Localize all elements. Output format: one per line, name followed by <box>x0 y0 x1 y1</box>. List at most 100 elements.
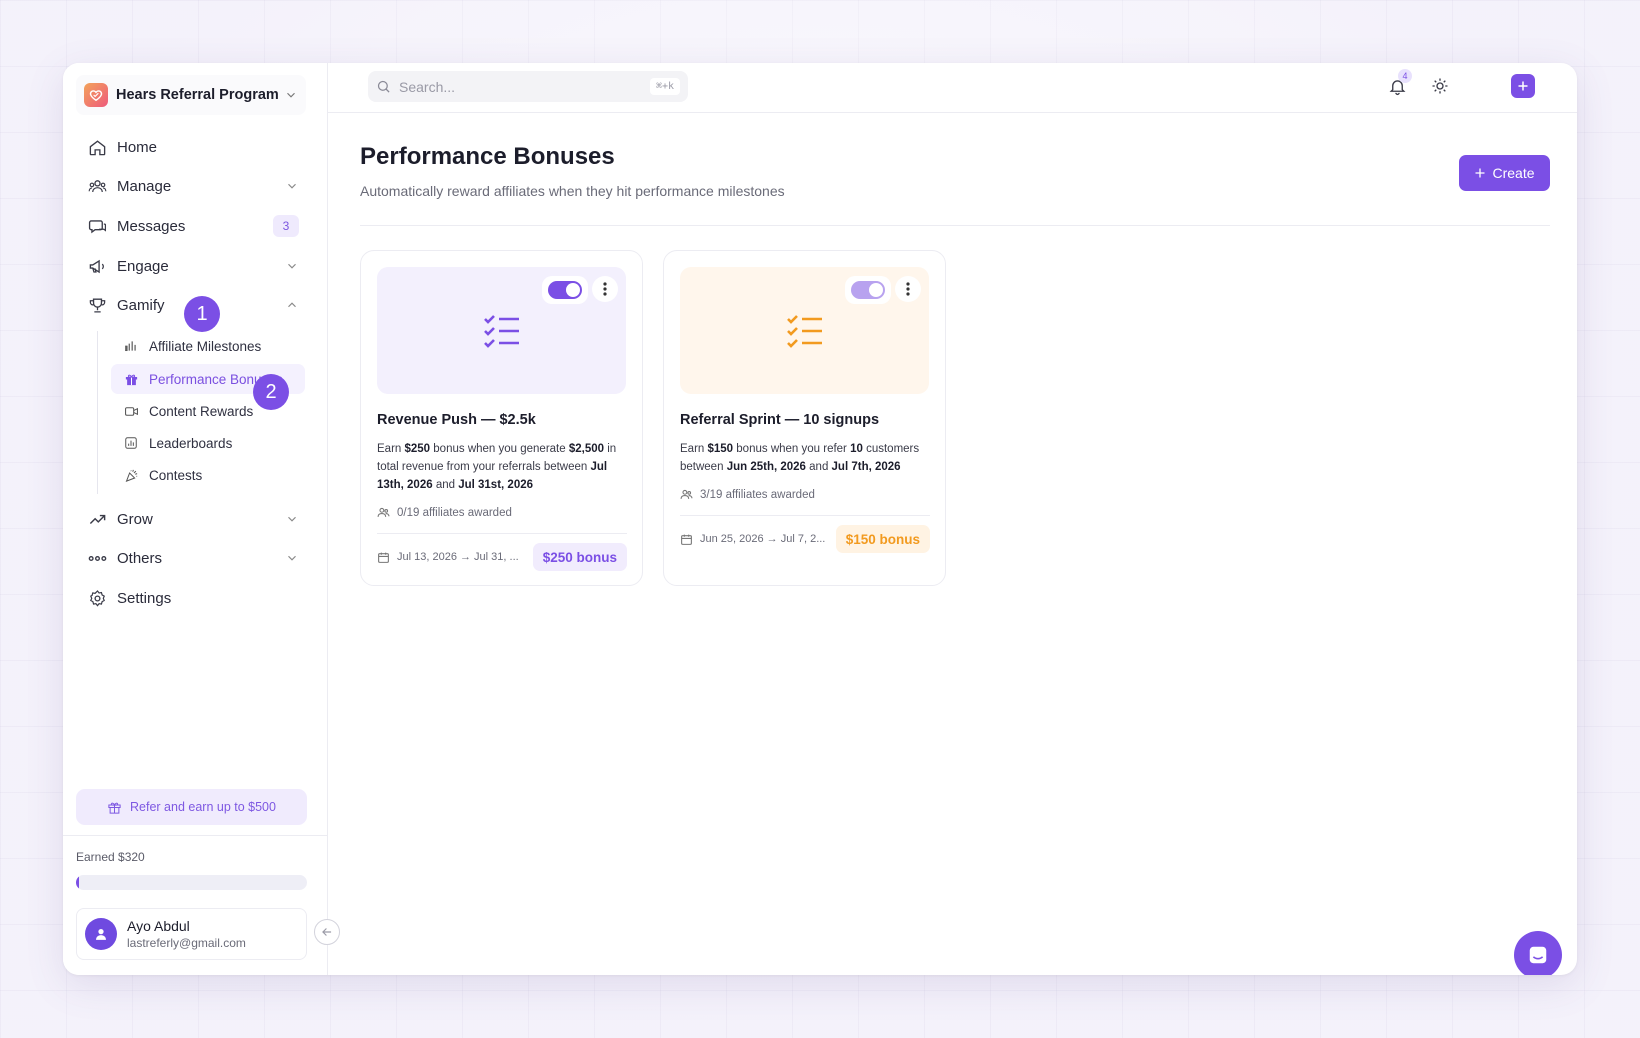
workspace-logo-icon <box>84 83 108 107</box>
date-range: Jun 25, 2026 → Jul 7, 2... <box>680 533 825 546</box>
description-highlight: $250 <box>404 443 431 455</box>
date-range-text: Jul 13, 2026 → Jul 31, ... <box>397 551 519 563</box>
sub-item-leaderboards[interactable]: Leaderboards <box>111 428 305 458</box>
users-icon <box>680 488 693 501</box>
chevron-up-icon <box>288 302 296 308</box>
nav-others[interactable]: Others <box>87 542 299 574</box>
nav-manage[interactable]: Manage <box>87 170 299 202</box>
refer-earn-button[interactable]: Refer and earn up to $500 <box>76 789 307 825</box>
avatar <box>85 918 117 950</box>
nav-manage-label: Manage <box>117 177 172 195</box>
bonus-card[interactable]: Revenue Push — $2.5k Earn $250 bonus whe… <box>360 250 643 586</box>
create-button[interactable]: Create <box>1459 155 1550 191</box>
nav-grow[interactable]: Grow <box>87 503 299 535</box>
step-marker-number: 1 <box>196 302 208 325</box>
bonus-card[interactable]: Referral Sprint — 10 signups Earn $150 b… <box>663 250 946 586</box>
bar-chart-icon <box>123 338 139 354</box>
checklist-icon <box>786 314 822 348</box>
nav-engage-label: Engage <box>117 257 169 275</box>
toggle-knob <box>869 283 883 297</box>
sidebar-divider <box>63 835 328 836</box>
theme-toggle-button[interactable] <box>1428 74 1452 98</box>
sub-item-contests[interactable]: Contests <box>111 460 305 490</box>
chat-icon <box>1529 946 1547 964</box>
sub-item-label: Content Rewards <box>149 403 254 419</box>
card-hero <box>377 267 626 394</box>
description-highlight: $2,500 <box>568 443 605 455</box>
description-highlight: $150 <box>707 443 734 455</box>
sub-item-affiliate-milestones[interactable]: Affiliate Milestones <box>111 331 305 361</box>
megaphone-icon <box>87 256 107 276</box>
gift-icon <box>123 371 139 387</box>
awarded-count: 3/19 affiliates awarded <box>680 488 815 501</box>
bonus-amount-badge: $250 bonus <box>532 543 627 571</box>
awarded-label: 3/19 affiliates awarded <box>700 488 815 501</box>
card-menu-button[interactable] <box>895 276 921 302</box>
bonus-amount-badge: $150 bonus <box>835 525 930 553</box>
nav-engage[interactable]: Engage <box>87 250 299 282</box>
app-window: Hears Referral Program Home Manage Messa… <box>63 63 1577 975</box>
card-menu-button[interactable] <box>592 276 618 302</box>
user-email: lastreferly@gmail.com <box>127 936 246 950</box>
enable-toggle[interactable] <box>542 276 588 304</box>
plus-icon <box>1474 167 1486 179</box>
notifications-button[interactable]: 4 <box>1385 69 1412 98</box>
description-text: and <box>805 461 832 473</box>
nav-settings[interactable]: Settings <box>87 582 299 614</box>
video-icon <box>123 403 139 419</box>
nav-others-label: Others <box>117 549 163 567</box>
nav-grow-label: Grow <box>117 510 153 528</box>
nav-home[interactable]: Home <box>87 131 299 163</box>
earnings-progress-fill <box>76 875 80 890</box>
search-box[interactable]: ⌘+k <box>368 71 688 102</box>
trophy-icon <box>87 295 107 315</box>
user-profile-card[interactable]: Ayo Abdul lastreferly@gmail.com <box>76 908 307 960</box>
checklist-icon <box>483 314 519 348</box>
description-text: bonus when you generate <box>430 443 569 455</box>
quick-add-button[interactable] <box>1511 74 1535 98</box>
sidebar: Hears Referral Program Home Manage Messa… <box>63 63 328 975</box>
card-title: Revenue Push — $2.5k <box>377 412 536 428</box>
chevron-down-icon <box>288 183 296 189</box>
gift-icon <box>107 800 122 815</box>
chevron-down-icon <box>288 555 296 561</box>
description-text: Earn <box>680 443 708 455</box>
chat-support-button[interactable] <box>1514 931 1562 975</box>
card-description: Earn $250 bonus when you generate $2,500… <box>377 440 629 494</box>
refer-earn-label: Refer and earn up to $500 <box>130 800 276 814</box>
arrow-left-icon <box>322 928 332 936</box>
card-footer: Jul 13, 2026 → Jul 31, ... $250 bonus <box>377 543 627 571</box>
step-marker-number: 2 <box>265 380 277 403</box>
sub-item-label: Leaderboards <box>149 435 233 451</box>
search-input[interactable] <box>399 78 650 95</box>
messages-count-badge: 3 <box>273 215 299 237</box>
workspace-switcher[interactable]: Hears Referral Program <box>76 75 306 115</box>
description-text: and <box>432 479 459 491</box>
sub-item-label: Affiliate Milestones <box>149 338 262 354</box>
collapse-sidebar-button[interactable] <box>314 919 340 945</box>
card-divider <box>377 533 627 534</box>
description-text: bonus when you refer <box>733 443 851 455</box>
toggle-track <box>548 281 582 299</box>
more-dots-icon <box>87 548 107 568</box>
plus-icon <box>1518 81 1528 91</box>
awarded-label: 0/19 affiliates awarded <box>397 506 512 519</box>
calendar-icon <box>680 533 693 546</box>
more-vertical-icon <box>603 282 607 296</box>
enable-toggle[interactable] <box>845 276 891 304</box>
card-footer: Jun 25, 2026 → Jul 7, 2... $150 bonus <box>680 525 930 553</box>
home-icon <box>87 137 107 157</box>
nav-messages[interactable]: Messages 3 <box>87 210 299 242</box>
card-description: Earn $150 bonus when you refer 10 custom… <box>680 440 932 476</box>
awarded-count: 0/19 affiliates awarded <box>377 506 512 519</box>
nav-settings-label: Settings <box>117 589 172 607</box>
gear-icon <box>87 588 107 608</box>
notifications-count-badge: 4 <box>1398 69 1412 83</box>
description-highlight: Jul 7th, 2026 <box>831 461 901 473</box>
card-title: Referral Sprint — 10 signups <box>680 412 880 428</box>
description-highlight: Jul 31st, 2026 <box>458 479 534 491</box>
description-highlight: 10 <box>850 443 863 455</box>
user-icon <box>96 929 106 940</box>
description-highlight: Jun 25th, 2026 <box>726 461 806 473</box>
nav-messages-label: Messages <box>117 217 186 235</box>
